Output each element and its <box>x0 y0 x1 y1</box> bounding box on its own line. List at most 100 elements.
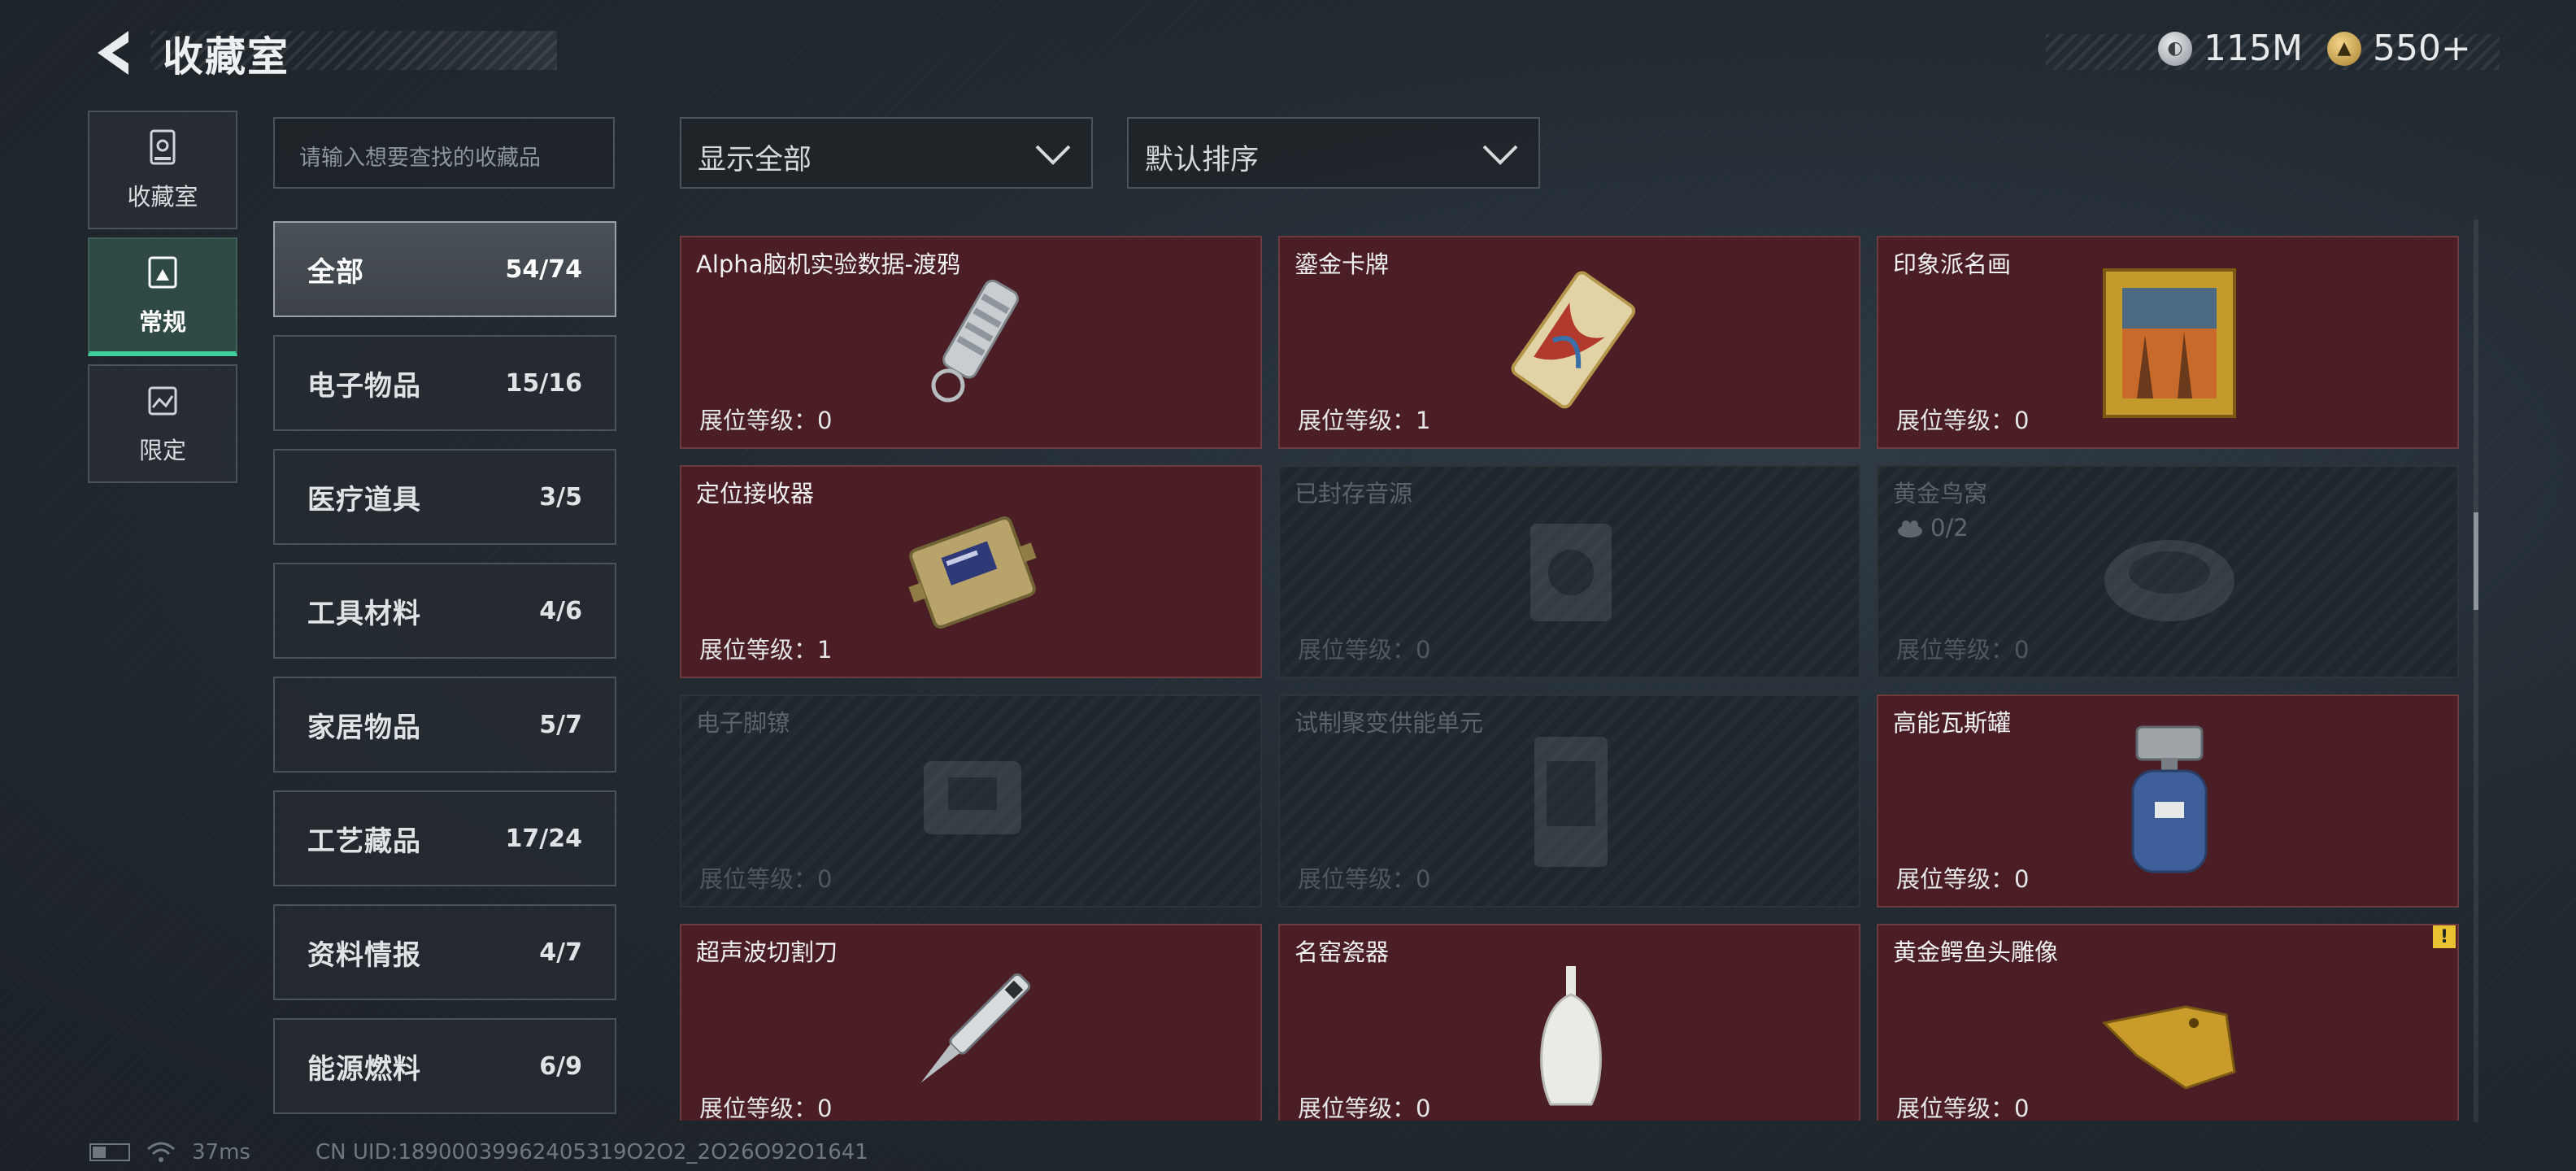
collection-room-icon <box>150 129 176 165</box>
sort-dropdown[interactable]: 默认排序 <box>1127 117 1540 189</box>
nav-label: 常规 <box>138 308 186 336</box>
regular-collection-icon <box>148 256 177 289</box>
wifi-icon <box>147 1142 175 1162</box>
gold-crocodile-icon <box>2101 1005 2236 1090</box>
item-name: 高能瓦斯罐 <box>1893 709 2012 737</box>
category-name: 工具材料 <box>307 597 421 630</box>
back-button[interactable] <box>88 24 137 81</box>
category-name: 电子物品 <box>307 369 421 403</box>
category-name: 资料情报 <box>307 938 421 972</box>
item-name: 试制聚变供能单元 <box>1295 709 1484 737</box>
item-name: 超声波切割刀 <box>696 938 838 966</box>
ankle-monitor-icon <box>924 761 1021 834</box>
category-name: 医疗道具 <box>307 483 421 516</box>
receiver-icon <box>908 516 1037 629</box>
ping-value: 37ms <box>192 1140 250 1164</box>
category-home[interactable]: 家居物品 5/7 <box>273 677 616 773</box>
sort-dropdown-value: 默认排序 <box>1145 144 1260 176</box>
gold-card-icon <box>1511 271 1636 409</box>
nav-label: 收藏室 <box>127 183 198 211</box>
item-name: 黄金鳄鱼头雕像 <box>1893 938 2059 966</box>
category-energy[interactable]: 能源燃料 6/9 <box>273 1018 616 1114</box>
collection-item-card-locked[interactable]: 已封存音源 展位等级：0 <box>1278 465 1860 678</box>
category-count: 5/7 <box>539 710 582 739</box>
category-list: 全部 54/74 电子物品 15/16 医疗道具 3/5 工具材料 4/6 家居… <box>273 221 616 1132</box>
item-level: 展位等级：0 <box>1298 1095 1431 1121</box>
item-level: 展位等级：0 <box>1896 636 2030 664</box>
item-level: 展位等级：1 <box>699 636 833 664</box>
chevron-down-icon <box>1482 145 1518 165</box>
header: 收藏室 ◐ 115M ▲ 550+ <box>0 0 2576 106</box>
nav-regular[interactable]: 常规 <box>88 237 237 356</box>
nav-collection-room[interactable]: 收藏室 <box>88 111 237 229</box>
collection-item-card[interactable]: 名窑瓷器 展位等级：0 <box>1278 924 1860 1121</box>
silver-currency: ◐ 115M <box>2158 28 2303 69</box>
item-progress-value: 0/2 <box>1930 514 1969 542</box>
collection-item-card[interactable]: 黄金鳄鱼头雕像 ! 展位等级：0 <box>1877 924 2459 1121</box>
ultrasonic-knife-icon <box>920 973 1031 1083</box>
category-electronics[interactable]: 电子物品 15/16 <box>273 335 616 431</box>
user-uid: CN UID:18900039962405319O2O2_2O26O92O164… <box>315 1140 868 1164</box>
item-level: 展位等级：0 <box>699 407 833 434</box>
collection-grid: Alpha脑机实验数据-渡鸦 展位等级：0 鎏金卡牌 展位等级：1 印象派名画 <box>680 236 2459 1121</box>
category-intel[interactable]: 资料情报 4/7 <box>273 904 616 1000</box>
category-count: 6/9 <box>539 1051 582 1081</box>
item-level: 展位等级：0 <box>1896 1095 2030 1121</box>
fusion-unit-icon <box>1534 737 1608 867</box>
painting-icon <box>2103 268 2236 418</box>
status-bar: 37ms CN UID:18900039962405319O2O2_2O26O9… <box>89 1138 868 1166</box>
gas-tank-icon <box>2131 725 2208 873</box>
item-level: 展位等级：0 <box>1298 865 1431 893</box>
category-name: 工艺藏品 <box>307 825 421 858</box>
limited-collection-icon <box>148 386 177 416</box>
item-name: 已封存音源 <box>1295 480 1413 507</box>
category-count: 3/5 <box>539 482 582 511</box>
item-progress: 0/2 <box>1896 514 1969 542</box>
collection-item-card[interactable]: Alpha脑机实验数据-渡鸦 展位等级：0 <box>680 236 1262 449</box>
category-medical[interactable]: 医疗道具 3/5 <box>273 449 616 545</box>
item-name: 黄金鸟窝 <box>1893 480 1988 507</box>
data-drive-icon <box>931 279 1019 403</box>
category-count: 4/7 <box>539 938 582 967</box>
category-crafts[interactable]: 工艺藏品 17/24 <box>273 790 616 886</box>
gold-coin-icon: ▲ <box>2327 31 2361 66</box>
item-name: 定位接收器 <box>696 480 815 507</box>
category-count: 4/6 <box>539 596 582 625</box>
gold-currency-value: 550+ <box>2373 28 2471 69</box>
item-level: 展位等级：1 <box>1298 407 1431 434</box>
nest-icon <box>1898 520 1922 538</box>
collection-item-card[interactable]: 印象派名画 展位等级：0 <box>1877 236 2459 449</box>
category-tools[interactable]: 工具材料 4/6 <box>273 563 616 659</box>
search-input[interactable]: 请输入想要查找的收藏品 <box>273 117 615 189</box>
gold-currency: ▲ 550+ <box>2327 28 2471 69</box>
chevron-down-icon <box>1035 145 1071 165</box>
category-count: 15/16 <box>505 368 582 398</box>
category-name: 能源燃料 <box>307 1052 421 1086</box>
collection-item-card[interactable]: 定位接收器 展位等级：1 <box>680 465 1262 678</box>
warning-icon: ! <box>2433 925 2456 948</box>
page-title: 收藏室 <box>163 33 289 81</box>
collection-item-card[interactable]: 超声波切割刀 展位等级：0 <box>680 924 1262 1121</box>
item-name: 印象派名画 <box>1893 250 2012 278</box>
back-arrow-icon <box>98 31 128 75</box>
item-name: 鎏金卡牌 <box>1295 250 1390 278</box>
grid-scrollbar[interactable] <box>2474 220 2478 1122</box>
golden-nest-icon <box>2104 540 2234 621</box>
collection-item-card-locked[interactable]: 试制聚变供能单元 展位等级：0 <box>1278 694 1860 908</box>
item-name: 电子脚镣 <box>696 709 791 737</box>
filter-dropdown[interactable]: 显示全部 <box>680 117 1093 189</box>
category-all[interactable]: 全部 54/74 <box>273 221 616 317</box>
item-level: 展位等级：0 <box>699 1095 833 1121</box>
item-level: 展位等级：0 <box>1896 865 2030 893</box>
collection-item-card-locked[interactable]: 黄金鸟窝 0/2 展位等级：0 <box>1877 465 2459 678</box>
scrollbar-thumb[interactable] <box>2474 512 2478 610</box>
collection-item-card[interactable]: 高能瓦斯罐 展位等级：0 <box>1877 694 2459 908</box>
filter-dropdown-value: 显示全部 <box>698 144 812 176</box>
collection-item-card-locked[interactable]: 电子脚镣 展位等级：0 <box>680 694 1262 908</box>
nav-limited[interactable]: 限定 <box>88 364 237 483</box>
porcelain-vase-icon <box>1540 966 1602 1106</box>
category-name: 家居物品 <box>307 711 421 744</box>
silver-currency-value: 115M <box>2204 28 2303 69</box>
collection-item-card[interactable]: 鎏金卡牌 展位等级：1 <box>1278 236 1860 449</box>
sealed-audio-icon <box>1530 524 1612 621</box>
